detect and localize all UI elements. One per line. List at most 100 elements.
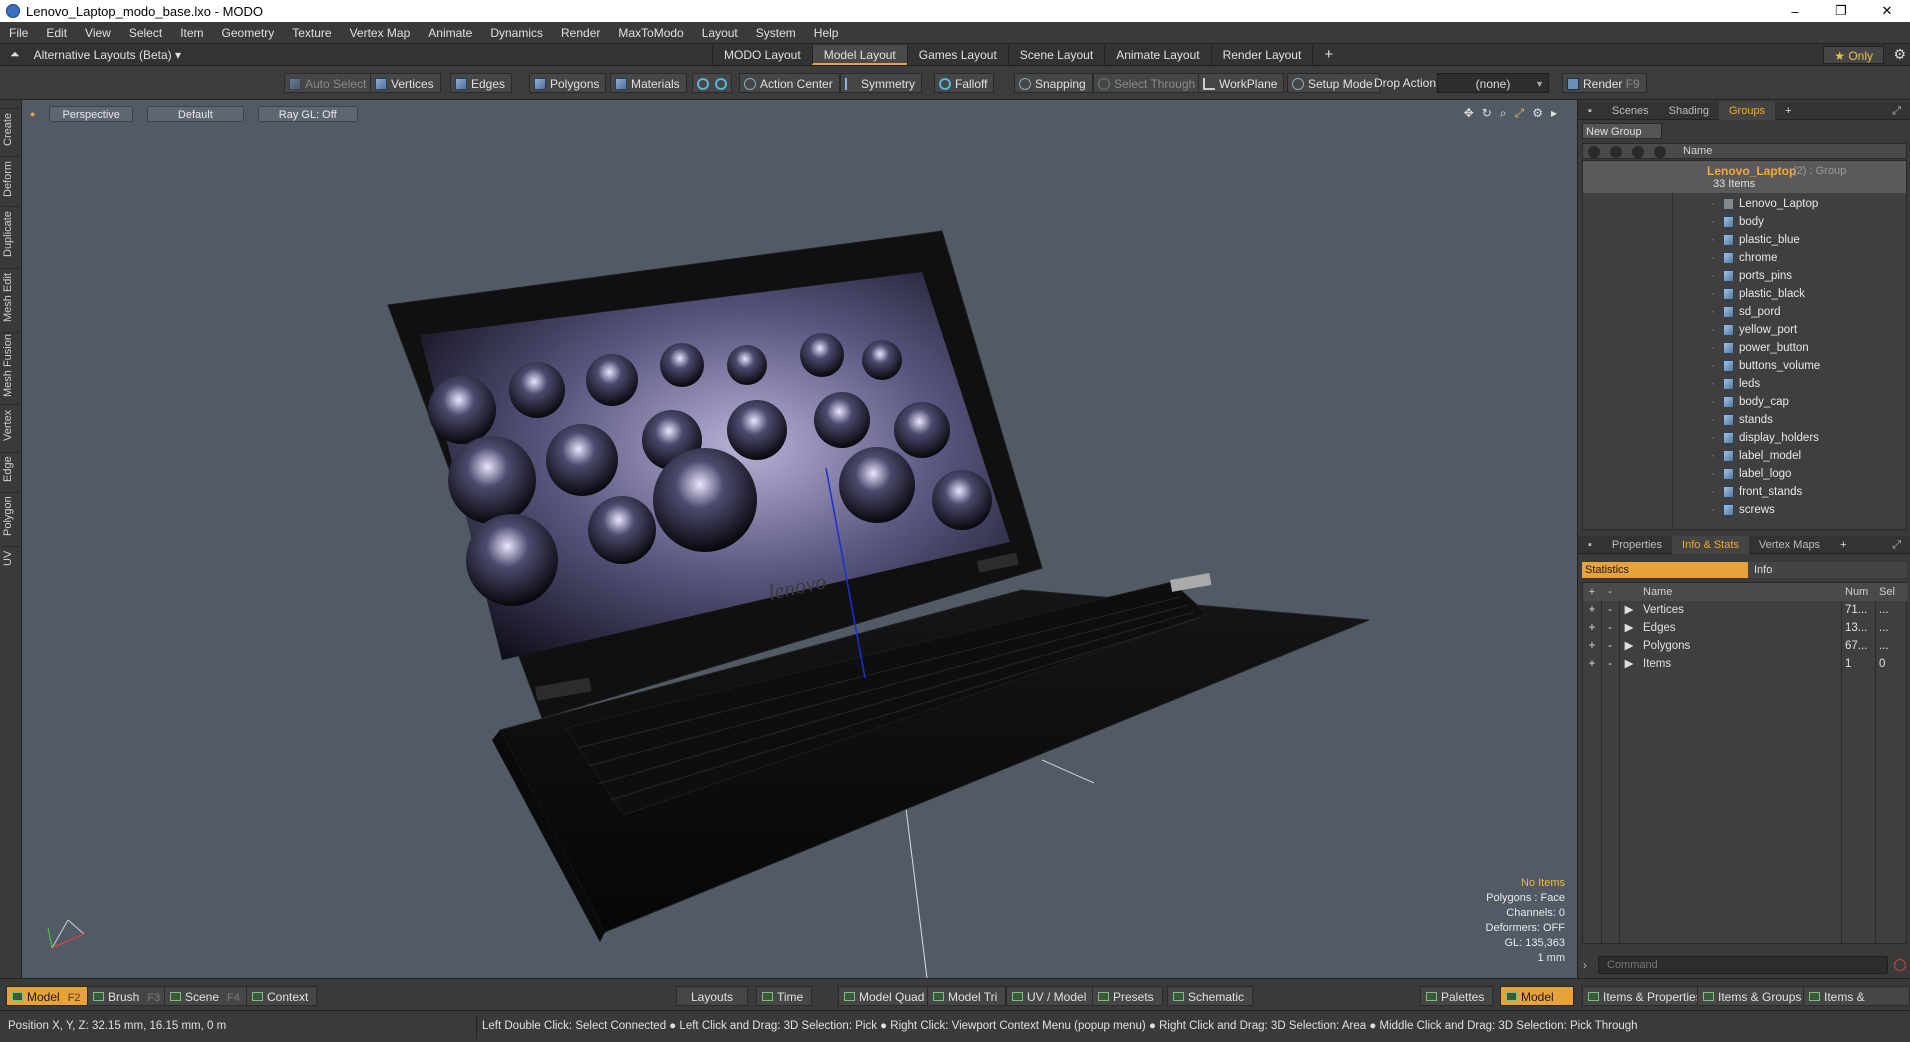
menu-file[interactable]: File xyxy=(0,26,37,40)
menu-animate[interactable]: Animate xyxy=(419,26,481,40)
table-row[interactable]: + - ▶ Items 1 0 xyxy=(1583,655,1908,673)
vertices-button[interactable]: Vertices xyxy=(370,73,441,93)
menu-render[interactable]: Render xyxy=(552,26,609,40)
table-row[interactable]: + - ▶ Edges 13... ... xyxy=(1583,619,1908,637)
tab-vertex[interactable]: Vertex xyxy=(2,404,20,446)
drop-action-select[interactable]: (none) ▼ xyxy=(1437,73,1549,93)
alternative-layouts-dropdown[interactable]: Alternative Layouts (Beta) ▾ xyxy=(34,48,181,62)
list-item[interactable]: · ports_pins xyxy=(1711,267,1792,285)
auto-select-button[interactable]: Auto Select xyxy=(284,73,374,93)
tab-deform[interactable]: Deform xyxy=(2,156,20,200)
tab-mesh-fusion[interactable]: Mesh Fusion xyxy=(2,332,20,398)
add-tab-button[interactable]: + xyxy=(1775,102,1801,120)
expand-plus-icon[interactable]: + xyxy=(1586,619,1598,637)
menu-geometry[interactable]: Geometry xyxy=(213,26,284,40)
action-center-button[interactable]: Action Center xyxy=(739,73,840,93)
model-tri-button[interactable]: Model Tri xyxy=(927,986,1007,1006)
select-toggle-icon[interactable] xyxy=(1654,146,1666,158)
tab-games-layout[interactable]: Games Layout xyxy=(906,45,1008,65)
expand-panel-icon[interactable]: ⤢ xyxy=(1882,536,1910,554)
tab-mesh-edit[interactable]: Mesh Edit xyxy=(2,268,20,326)
brush-mode-button[interactable]: Brush F3 xyxy=(87,986,170,1006)
list-item[interactable]: · buttons_volume xyxy=(1711,357,1820,375)
list-item[interactable]: · label_logo xyxy=(1711,465,1791,483)
menu-texture[interactable]: Texture xyxy=(283,26,340,40)
table-row[interactable]: + - ▶ Vertices 71... ... xyxy=(1583,601,1908,619)
expand-plus-icon[interactable]: + xyxy=(1586,637,1598,655)
menu-item[interactable]: Item xyxy=(171,26,212,40)
items-properties-button[interactable]: Items & Properties xyxy=(1582,986,1711,1006)
tab-scenes[interactable]: Scenes xyxy=(1602,102,1659,120)
menu-maxtomodo[interactable]: MaxToModo xyxy=(609,26,692,40)
expand-plus-icon[interactable]: + xyxy=(1586,655,1598,673)
list-item[interactable]: · stands xyxy=(1711,411,1773,429)
gear-icon[interactable]: ⚙ xyxy=(1893,46,1906,63)
close-button[interactable]: ✕ xyxy=(1864,0,1910,22)
expand-panel-icon[interactable]: ⤢ xyxy=(1882,102,1910,120)
list-item[interactable]: · body xyxy=(1711,213,1764,231)
select-mode-buttons[interactable] xyxy=(692,73,732,93)
list-item[interactable]: · power_button xyxy=(1711,339,1809,357)
visibility-eye-icon[interactable] xyxy=(1588,146,1600,158)
list-item[interactable]: · yellow_port xyxy=(1711,321,1797,339)
collapse-minus-icon[interactable]: - xyxy=(1604,655,1616,673)
tab-uv[interactable]: UV xyxy=(2,546,20,570)
command-clear-icon[interactable] xyxy=(1894,959,1906,971)
tab-duplicate[interactable]: Duplicate xyxy=(2,206,20,262)
triangle-right-icon[interactable]: ▶ xyxy=(1623,601,1635,619)
edges-button[interactable]: Edges xyxy=(450,73,513,93)
tab-scene-layout[interactable]: Scene Layout xyxy=(1007,45,1104,65)
list-item[interactable]: · plastic_blue xyxy=(1711,231,1800,249)
menu-layout[interactable]: Layout xyxy=(693,26,747,40)
tab-animate-layout[interactable]: Animate Layout xyxy=(1104,45,1210,65)
collapse-minus-icon[interactable]: - xyxy=(1604,619,1616,637)
tab-edge[interactable]: Edge xyxy=(2,452,20,486)
tab-shading[interactable]: Shading xyxy=(1659,102,1719,120)
menu-system[interactable]: System xyxy=(747,26,805,40)
3d-viewport[interactable]: ● Perspective Default Ray GL: Off ✥ ↻ ⌕ … xyxy=(22,100,1577,978)
list-item[interactable]: · leds xyxy=(1711,375,1760,393)
add-layout-button[interactable]: + xyxy=(1312,45,1344,65)
tab-groups[interactable]: Groups xyxy=(1718,101,1776,120)
snapping-button[interactable]: Snapping xyxy=(1014,73,1093,93)
tab-modo-layout[interactable]: MODO Layout xyxy=(712,45,812,65)
group-row-lenovo-laptop[interactable]: Lenovo_Laptop (2) : Group 33 Items xyxy=(1583,161,1906,193)
workplane-button[interactable]: WorkPlane xyxy=(1198,73,1285,93)
triangle-right-icon[interactable]: ▶ xyxy=(1623,655,1635,673)
minimize-button[interactable]: – xyxy=(1772,0,1818,22)
palettes-button[interactable]: Palettes xyxy=(1420,986,1494,1006)
layouts-button[interactable]: Layouts xyxy=(676,986,749,1006)
menu-view[interactable]: View xyxy=(76,26,120,40)
symmetry-button[interactable]: Symmetry xyxy=(840,73,922,93)
polygons-button[interactable]: Polygons xyxy=(529,73,607,93)
lock-toggle-icon[interactable] xyxy=(1632,146,1644,158)
statistics-tab[interactable]: Statistics xyxy=(1582,562,1748,578)
select-through-button[interactable]: Select Through xyxy=(1093,73,1203,93)
list-item[interactable]: · sd_pord xyxy=(1711,303,1781,321)
panel-menu-icon[interactable]: ▪ xyxy=(1578,536,1602,554)
tab-model-layout[interactable]: Model Layout xyxy=(811,45,907,65)
collapse-minus-icon[interactable]: - xyxy=(1604,637,1616,655)
restore-button[interactable]: ❐ xyxy=(1818,0,1864,22)
render-button[interactable]: Render F9 xyxy=(1562,73,1647,93)
command-input[interactable] xyxy=(1598,956,1888,974)
falloff-button[interactable]: Falloff xyxy=(934,73,995,93)
uv-model-button[interactable]: UV / Model xyxy=(1006,986,1096,1006)
collapse-arrow-icon[interactable]: ⏶ xyxy=(10,47,20,62)
list-item[interactable]: · label_model xyxy=(1711,447,1801,465)
collapse-minus-icon[interactable]: - xyxy=(1604,601,1616,619)
menu-select[interactable]: Select xyxy=(120,26,171,40)
tab-create[interactable]: Create xyxy=(2,108,20,150)
model-mode-button[interactable]: Model F2 xyxy=(6,986,90,1006)
tab-render-layout[interactable]: Render Layout xyxy=(1210,45,1313,65)
scene-mode-button[interactable]: Scene F4 xyxy=(164,986,249,1006)
menu-edit[interactable]: Edit xyxy=(37,26,76,40)
context-mode-button[interactable]: Context xyxy=(246,986,318,1006)
panel-menu-icon[interactable]: ▪ xyxy=(1578,102,1602,120)
model-layout-button[interactable]: Model xyxy=(1500,986,1574,1006)
presets-button[interactable]: Presets xyxy=(1092,986,1163,1006)
tab-vertex-maps[interactable]: Vertex Maps xyxy=(1749,536,1830,554)
items-shading-button[interactable]: Items & Shading xyxy=(1803,986,1910,1024)
list-item[interactable]: · display_holders xyxy=(1711,429,1819,447)
list-item[interactable]: · body_cap xyxy=(1711,393,1789,411)
